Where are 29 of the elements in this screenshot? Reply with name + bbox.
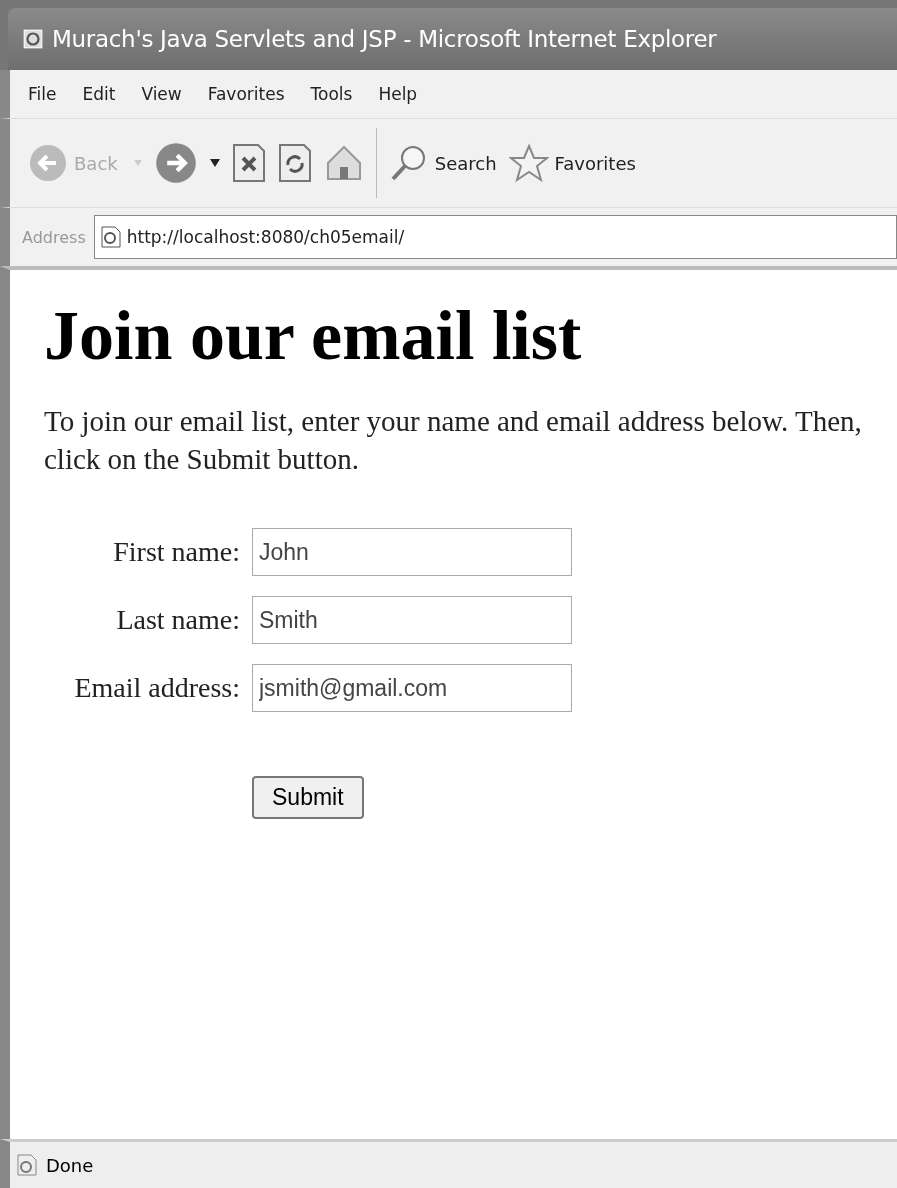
menu-item[interactable]: Favorites [207, 84, 285, 104]
star-icon [508, 143, 549, 183]
page-icon [100, 226, 121, 248]
refresh-icon[interactable] [277, 143, 312, 183]
browser-icon [22, 28, 44, 50]
menu-item[interactable]: View [141, 84, 182, 104]
intro-paragraph: To join our email list, enter your name and email address below. Then, click on the Submit button. [44, 404, 863, 477]
input-field[interactable]: Smith [252, 596, 572, 644]
input-field[interactable]: jsmith@gmail.com [252, 664, 572, 712]
dropdown-caret-icon[interactable] [209, 159, 220, 167]
status-text: Done [46, 1154, 94, 1176]
search-button[interactable]: Search [388, 143, 497, 183]
menu-item[interactable]: File [28, 84, 57, 104]
address-field[interactable]: http://localhost:8080/ch05email/ [93, 215, 897, 259]
page-heading: Join our email list [44, 296, 583, 376]
field-label: First name: [112, 536, 240, 568]
dropdown-caret-icon [133, 160, 142, 166]
address-label: Address [22, 227, 86, 247]
page-icon [16, 1153, 38, 1177]
menu-item[interactable]: Tools [310, 84, 353, 104]
stop-icon[interactable] [231, 143, 266, 183]
field-label: Email address: [73, 672, 240, 704]
menu-item[interactable]: Edit [82, 84, 116, 104]
input-field[interactable]: John [252, 528, 572, 576]
field-label: Last name: [115, 604, 240, 636]
favorites-button[interactable]: Favorites [508, 143, 636, 183]
window-title: Murach's Java Servlets and JSP - Microsoft Internet Explorer [52, 26, 717, 52]
menu-item[interactable]: Help [378, 84, 418, 104]
submit-button[interactable]: Submit [252, 776, 364, 819]
